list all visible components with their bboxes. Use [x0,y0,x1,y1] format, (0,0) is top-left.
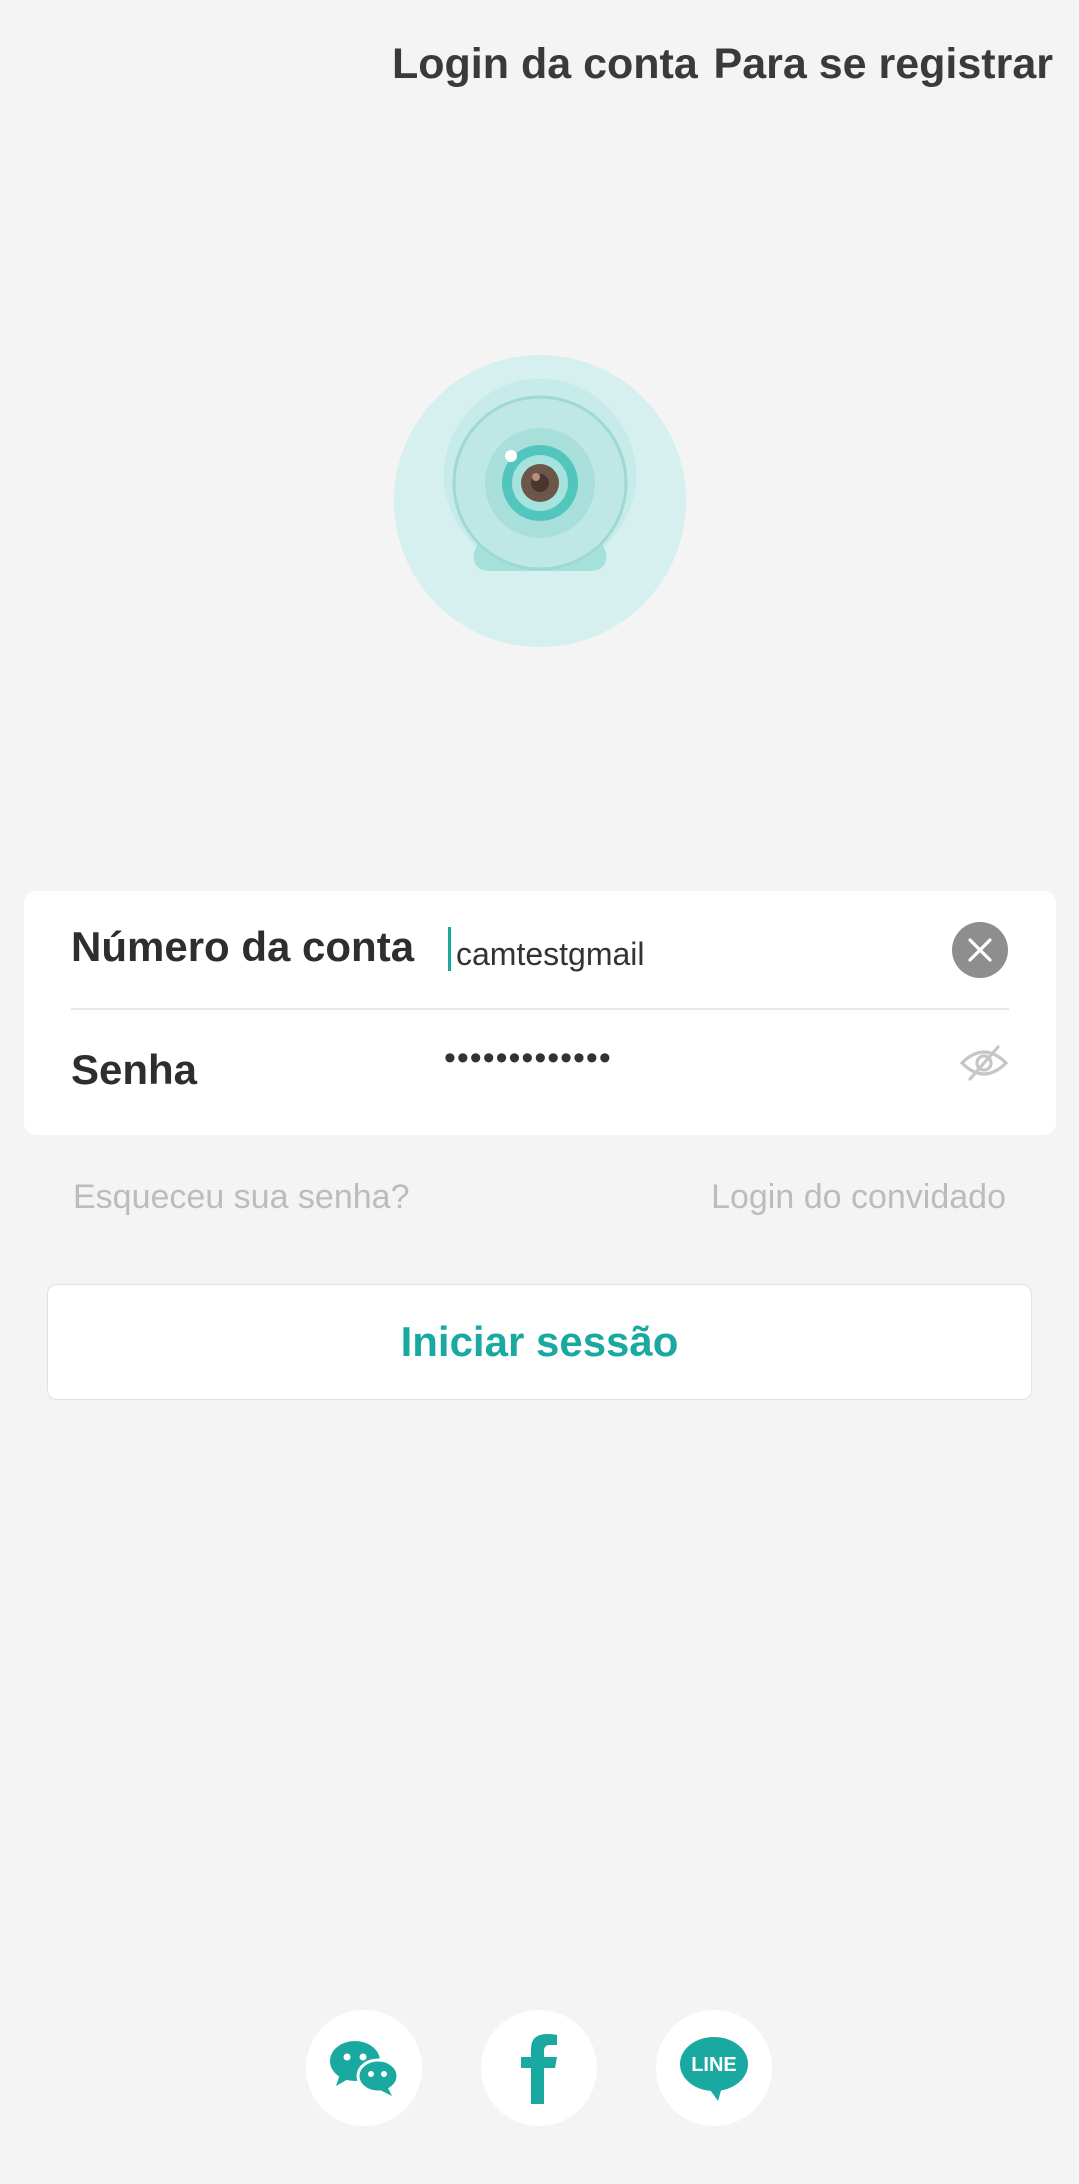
close-icon [968,938,992,962]
login-form-card: Número da conta Senha ••••••••••••• [24,891,1056,1135]
toggle-password-visibility-button[interactable] [958,1043,1010,1083]
field-divider [71,1008,1009,1010]
wechat-icon [330,2041,400,2096]
sign-in-button[interactable]: Iniciar sessão [47,1284,1032,1400]
line-icon: LINE [680,2037,748,2101]
tab-account-login[interactable]: Login da conta [392,40,698,89]
guest-login-link[interactable]: Login do convidado [711,1178,1006,1217]
facebook-login-button[interactable] [481,2010,597,2126]
account-number-label: Número da conta [71,923,415,970]
forgot-password-link[interactable]: Esqueceu sua senha? [73,1178,409,1217]
tab-register[interactable]: Para se registrar [714,40,1053,89]
password-input[interactable]: ••••••••••••• [444,1039,612,1078]
clear-input-button[interactable] [952,922,1008,978]
facebook-icon [521,2034,557,2104]
text-cursor [448,927,451,971]
camera-logo-icon [394,355,686,647]
password-label: Senha [71,1046,198,1093]
line-login-button[interactable]: LINE [656,2010,772,2126]
line-text: LINE [691,2054,737,2076]
account-number-input[interactable] [448,929,916,979]
eye-hidden-icon [959,1045,1009,1081]
wechat-login-button[interactable] [306,2010,422,2126]
